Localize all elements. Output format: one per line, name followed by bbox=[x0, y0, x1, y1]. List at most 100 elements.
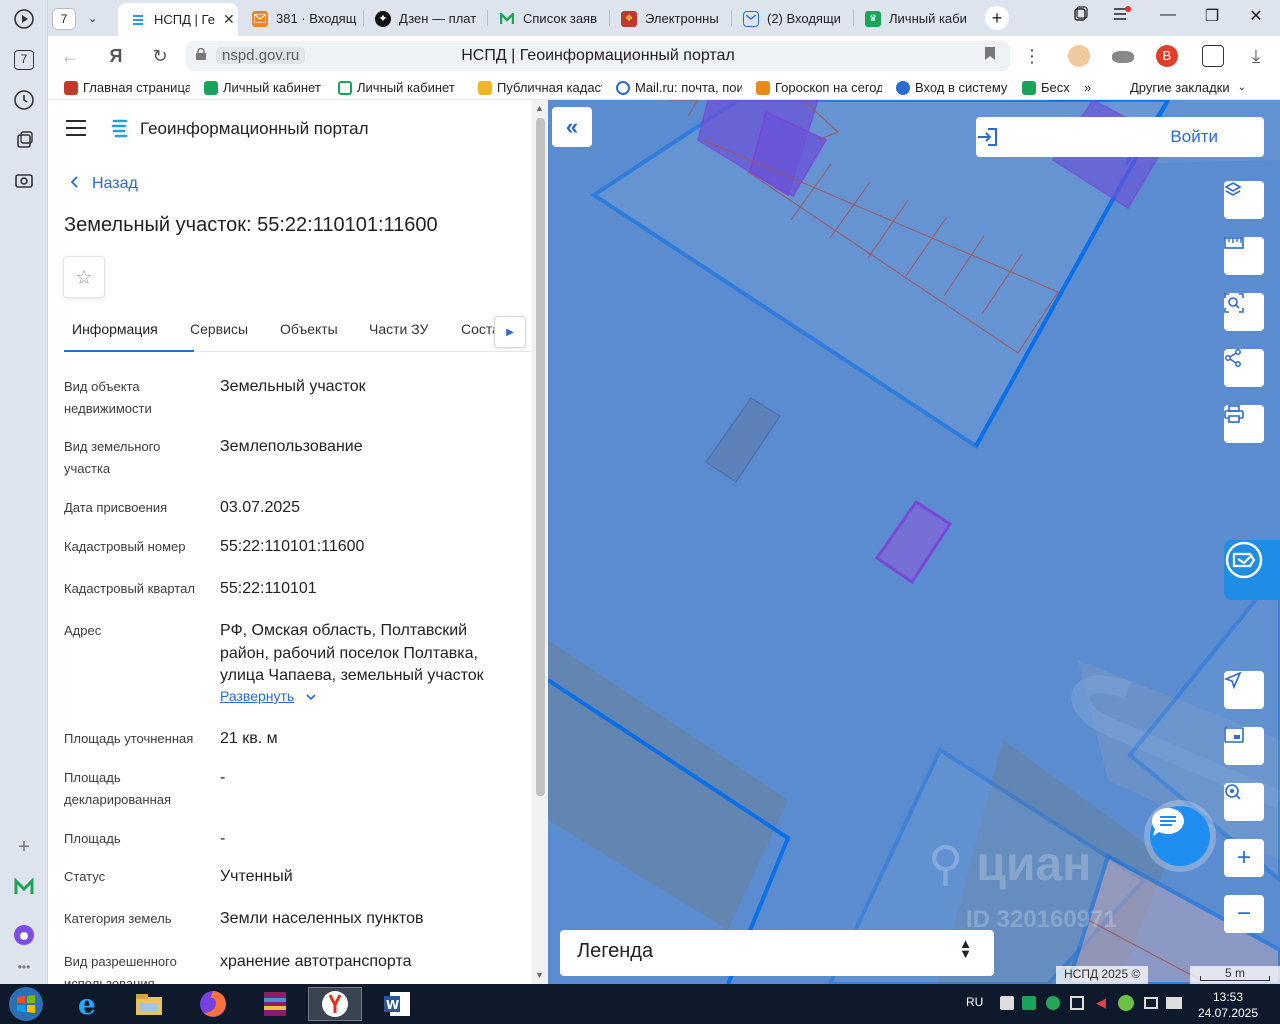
tab-electronic[interactable]: ❖ Электронны bbox=[621, 5, 727, 32]
chat-button[interactable] bbox=[1150, 806, 1210, 866]
extension-avatar-icon[interactable] bbox=[1068, 45, 1090, 67]
extension-b-icon[interactable]: B bbox=[1156, 45, 1178, 67]
tabs-scroll-right-button[interactable]: ▶ bbox=[494, 316, 526, 348]
layers-button[interactable] bbox=[1224, 181, 1264, 219]
tab-manager-icon[interactable] bbox=[1068, 6, 1092, 27]
extension-puzzle-icon[interactable] bbox=[1202, 45, 1224, 67]
bookmark-item[interactable]: Публичная кадаст bbox=[478, 80, 602, 95]
word-icon[interactable]: W bbox=[370, 987, 424, 1021]
more-icon[interactable]: ••• bbox=[11, 954, 37, 980]
back-link[interactable]: Назад bbox=[70, 175, 138, 193]
close-window-icon[interactable]: ✕ bbox=[1244, 6, 1268, 26]
scroll-up-icon[interactable]: ▲ bbox=[535, 103, 544, 113]
minimize-icon[interactable]: — bbox=[1156, 6, 1180, 24]
winrar-icon[interactable] bbox=[248, 987, 302, 1021]
yandex-icon[interactable]: Я bbox=[104, 45, 128, 69]
map-view[interactable]: « Войти + − ⚲ циан ID 320160971 Легенда … bbox=[548, 100, 1280, 984]
bookmark-icon[interactable] bbox=[984, 46, 996, 65]
minimap-button[interactable] bbox=[1224, 727, 1264, 765]
tray-keyboard-icon[interactable] bbox=[1166, 997, 1182, 1009]
side-widget-button[interactable] bbox=[1224, 540, 1280, 600]
new-tab-button[interactable]: + bbox=[985, 6, 1009, 30]
restore-icon[interactable]: ❐ bbox=[1200, 6, 1224, 26]
address-bar[interactable]: nspd.gov.ru НСПД | Геоинформационный пор… bbox=[186, 41, 1010, 71]
bookmark-item[interactable]: Бесх bbox=[1022, 80, 1070, 95]
tab-dzen[interactable]: ✦ Дзен — плат bbox=[375, 5, 483, 32]
login-icon bbox=[978, 128, 997, 146]
tray-network-icon[interactable] bbox=[1000, 996, 1014, 1010]
screenshot-icon[interactable] bbox=[11, 167, 37, 193]
minus-icon: − bbox=[1236, 900, 1251, 927]
share-button[interactable] bbox=[1224, 349, 1264, 387]
windows-logo-icon bbox=[9, 987, 43, 1021]
tab-objects[interactable]: Объекты bbox=[280, 321, 338, 337]
menu-icon[interactable] bbox=[1110, 6, 1134, 27]
bookmark-item[interactable]: Вход в систему bbox=[896, 80, 1012, 95]
expand-link[interactable]: Развернуть bbox=[220, 688, 316, 704]
internet-explorer-icon[interactable]: e bbox=[62, 987, 116, 1021]
tray-battery-icon[interactable] bbox=[1070, 996, 1084, 1010]
legend-dropdown[interactable]: Легенда ▲ ▼ bbox=[560, 930, 994, 976]
file-explorer-icon[interactable] bbox=[122, 987, 176, 1021]
bookmark-item[interactable]: Главная страница bbox=[64, 80, 190, 95]
chevron-down-icon[interactable]: ⌄ bbox=[88, 12, 97, 25]
zoom-in-button[interactable]: + bbox=[1224, 839, 1264, 877]
reload-icon[interactable]: ↻ bbox=[148, 45, 172, 69]
bookmark-item[interactable]: Личный кабинет bbox=[204, 80, 326, 95]
language-indicator[interactable]: RU bbox=[966, 995, 983, 1009]
tab-mail[interactable]: 381 · Входящ bbox=[252, 5, 358, 32]
history-icon[interactable] bbox=[11, 87, 37, 113]
hamburger-menu-icon[interactable] bbox=[66, 120, 86, 136]
collections-icon[interactable] bbox=[11, 127, 37, 153]
tab-group-counter[interactable]: 7 ⌄ bbox=[52, 5, 110, 32]
bookmark-item[interactable]: Mail.ru: почта, пои bbox=[616, 80, 742, 95]
start-button[interactable] bbox=[0, 987, 52, 1021]
tray-green-icon[interactable] bbox=[1046, 996, 1060, 1010]
panel-scrollbar[interactable]: ▲ ▼ bbox=[532, 100, 548, 984]
app-m-icon[interactable] bbox=[11, 874, 37, 900]
tab-cabinet[interactable]: ♛ Личный каби bbox=[865, 5, 971, 32]
login-button[interactable]: Войти bbox=[976, 117, 1264, 157]
tray-volume-icon[interactable]: ◀ bbox=[1096, 995, 1106, 1011]
tray-app-icon[interactable] bbox=[1022, 996, 1036, 1010]
nspd-favicon-icon bbox=[130, 12, 146, 28]
other-bookmarks-button[interactable]: Другие закладки ⌄ bbox=[1130, 80, 1260, 95]
tabs-counter-icon[interactable]: 7 bbox=[11, 47, 37, 73]
tab-services[interactable]: Сервисы bbox=[190, 321, 248, 337]
measure-button[interactable] bbox=[1224, 237, 1264, 275]
search-location-button[interactable] bbox=[1224, 783, 1264, 821]
play-icon[interactable] bbox=[11, 6, 37, 32]
bookmark-item[interactable]: Гороскоп на сегод bbox=[756, 80, 882, 95]
back-arrow-icon[interactable]: ← bbox=[58, 45, 82, 69]
tab-bar: 7 ⌄ НСПД | Ге ✕ 381 · Входящ ✦ Дзен — пл… bbox=[48, 0, 1280, 36]
zoom-out-button[interactable]: − bbox=[1224, 895, 1264, 933]
watermark-logo: ⚲ циан bbox=[928, 838, 1092, 891]
firefox-icon[interactable] bbox=[186, 987, 240, 1021]
row-value: 55:22:110101 bbox=[220, 580, 317, 597]
bookmark-item[interactable]: Личный кабинет bbox=[338, 80, 458, 95]
area-search-button[interactable] bbox=[1224, 293, 1264, 331]
print-button[interactable] bbox=[1224, 405, 1264, 443]
clock[interactable]: 13:53 24.07.2025 bbox=[1196, 990, 1260, 1020]
portal-logo-icon bbox=[111, 119, 128, 138]
tab-nspd[interactable]: НСПД | Ге ✕ bbox=[118, 3, 238, 36]
alice-icon[interactable] bbox=[11, 922, 37, 948]
favorite-button[interactable]: ☆ bbox=[63, 256, 105, 298]
tab-list[interactable]: Список заяв bbox=[499, 5, 605, 32]
add-panel-icon[interactable]: + bbox=[11, 834, 37, 860]
close-tab-icon[interactable]: ✕ bbox=[223, 11, 235, 28]
extension-grey-icon[interactable] bbox=[1112, 51, 1134, 63]
more-bookmarks-button[interactable]: » bbox=[1084, 80, 1104, 95]
scrollbar-thumb[interactable] bbox=[536, 118, 545, 796]
tray-display-icon[interactable] bbox=[1144, 997, 1158, 1009]
collapse-panel-button[interactable]: « bbox=[552, 107, 592, 147]
scroll-down-icon[interactable]: ▼ bbox=[535, 970, 544, 980]
tab-information[interactable]: Информация bbox=[72, 321, 158, 337]
download-icon[interactable]: ⤓ bbox=[1244, 45, 1268, 69]
tray-shield-icon[interactable] bbox=[1118, 995, 1134, 1011]
tab-inbox[interactable]: (2) Входящи bbox=[743, 5, 849, 32]
yandex-browser-icon[interactable] bbox=[308, 987, 362, 1021]
more-vertical-icon[interactable]: ⋮ bbox=[1020, 45, 1044, 69]
locate-button[interactable] bbox=[1224, 671, 1264, 709]
tab-parts[interactable]: Части ЗУ bbox=[369, 321, 428, 337]
